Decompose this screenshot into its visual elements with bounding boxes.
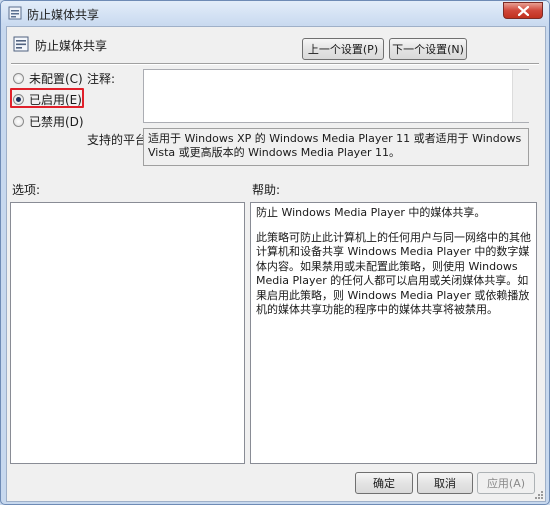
radio-disabled[interactable]: 已禁用(D) [13, 113, 84, 129]
close-button[interactable] [503, 2, 543, 19]
radio-not-configured-label: 未配置(C) [29, 71, 83, 86]
title-bar[interactable]: 防止媒体共享 [1, 1, 549, 25]
dialog-body: 防止媒体共享 上一个设置(P) 下一个设置(N) 未配置(C) 已启用(E) 已… [6, 26, 546, 502]
header-divider [11, 63, 539, 65]
policy-settings-icon [8, 6, 22, 20]
policy-dialog-window: 防止媒体共享 防止媒体共享 上一个设置(P) 下一个设置(N) 未配置(C) 已… [0, 0, 550, 505]
ok-button[interactable]: 确定 [355, 472, 413, 494]
options-pane [10, 202, 245, 464]
help-pane: 防止 Windows Media Player 中的媒体共享。 此策略可防止此计… [250, 202, 537, 464]
options-label: 选项: [12, 183, 41, 197]
supported-platforms-text: 适用于 Windows XP 的 Windows Media Player 11… [143, 128, 529, 166]
next-setting-button[interactable]: 下一个设置(N) [389, 38, 467, 60]
previous-setting-button[interactable]: 上一个设置(P) [302, 38, 384, 60]
close-icon [518, 6, 529, 16]
comment-scrollbar[interactable] [512, 70, 529, 122]
help-label: 帮助: [252, 183, 281, 197]
help-paragraph-details: 此策略可防止此计算机上的任何用户与同一网络中的其他计算机和设备共享 Window… [256, 230, 531, 317]
policy-settings-icon [13, 36, 29, 52]
radio-not-configured-indicator[interactable] [13, 72, 24, 84]
comment-input[interactable] [143, 69, 529, 123]
policy-title: 防止媒体共享 [35, 39, 108, 53]
cancel-button[interactable]: 取消 [417, 472, 473, 494]
enabled-highlight-box [10, 88, 84, 108]
radio-disabled-label: 已禁用(D) [29, 114, 84, 129]
window-title: 防止媒体共享 [27, 8, 100, 22]
apply-button[interactable]: 应用(A) [477, 472, 535, 494]
radio-disabled-indicator[interactable] [13, 115, 24, 127]
comment-label: 注释: [87, 72, 116, 86]
radio-not-configured[interactable]: 未配置(C) [13, 70, 83, 86]
help-paragraph-summary: 防止 Windows Media Player 中的媒体共享。 [256, 206, 486, 219]
resize-grip-icon[interactable] [534, 490, 544, 500]
supported-platforms-label: 支持的平台: [87, 133, 152, 147]
